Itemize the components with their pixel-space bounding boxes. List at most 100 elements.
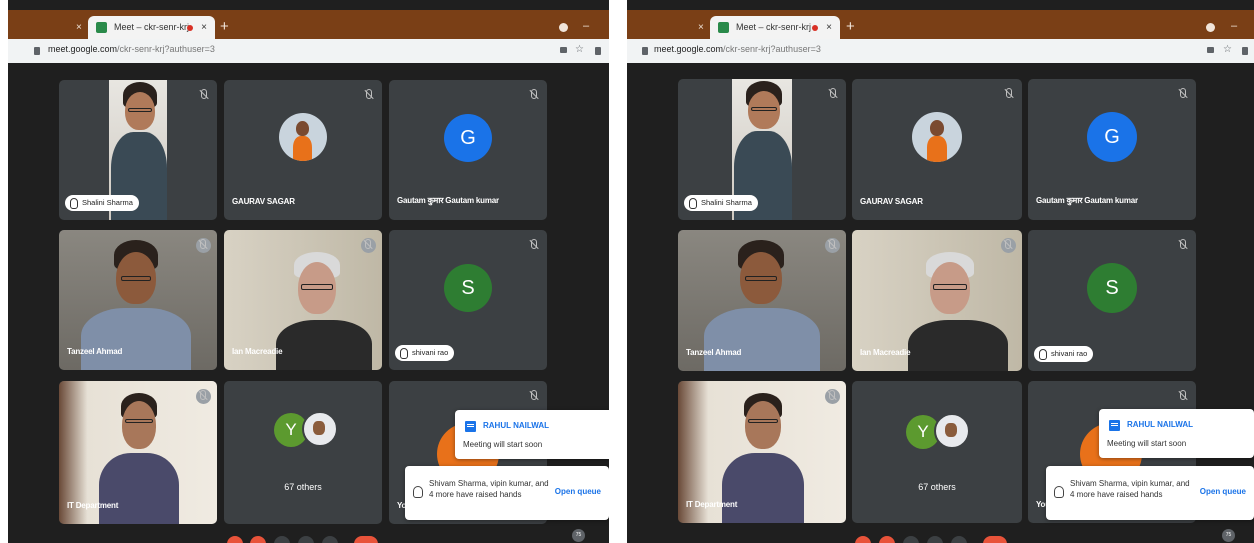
hand-raise-icon	[1054, 486, 1064, 498]
avatar	[934, 413, 970, 449]
tile-gautam-kumar[interactable]: G Gautam कुमार Gautam kumar	[1028, 79, 1196, 220]
open-queue-button[interactable]: Open queue	[555, 487, 601, 496]
microphone-off-icon	[196, 238, 211, 253]
tab-close-icon[interactable]: ×	[201, 16, 207, 39]
avatar: G	[1087, 112, 1137, 162]
star-icon[interactable]: ☆	[575, 44, 584, 55]
tab-meet[interactable]: Meet – ckr-senr-krj ×	[710, 16, 840, 39]
tile-shalini-sharma[interactable]: Shalini Sharma	[678, 79, 846, 220]
minimize-button[interactable]: –	[583, 20, 589, 32]
extension-icon[interactable]	[1242, 47, 1248, 55]
camera-indicator-icon[interactable]	[560, 47, 567, 53]
tile-ian-macreadie[interactable]: Ian Macreadie	[852, 230, 1022, 371]
tile-others[interactable]: Y 67 others	[224, 381, 382, 524]
participant-name: Gautam कुमार Gautam kumar	[1036, 196, 1138, 205]
raise-hand-button[interactable]	[298, 536, 314, 543]
raise-hand-button[interactable]	[927, 536, 943, 543]
mic-button[interactable]	[227, 536, 243, 543]
chat-icon	[1109, 420, 1120, 431]
tile-tanzeel-ahmad[interactable]: Tanzeel Ahmad	[678, 230, 846, 371]
participant-count-badge: 75	[572, 529, 585, 542]
participant-name: GAURAV SAGAR	[232, 197, 295, 206]
captions-button[interactable]	[274, 536, 290, 543]
chat-toast[interactable]: RAHUL NAILWAL Meeting will start soon	[1099, 409, 1254, 458]
microphone-off-icon	[527, 238, 539, 250]
tab-meet[interactable]: Meet – ckr-senr-krj ×	[88, 16, 215, 39]
profile-icon[interactable]	[1206, 23, 1215, 32]
leave-call-button[interactable]	[983, 536, 1007, 543]
new-tab-button[interactable]: +	[846, 15, 855, 38]
participant-name: Ian Macreadie	[232, 347, 283, 356]
tile-ian-macreadie[interactable]: Ian Macreadie	[224, 230, 382, 370]
mic-button[interactable]	[855, 536, 871, 543]
url-text[interactable]: meet.google.com/ckr-senr-krj?authuser=3	[654, 44, 821, 54]
toast-message: Meeting will start soon	[1107, 439, 1187, 448]
avatar: S	[1087, 263, 1137, 313]
microphone-off-icon	[1002, 87, 1014, 99]
tile-shalini-sharma[interactable]: Shalini Sharma	[59, 80, 217, 220]
recording-dot-icon	[812, 25, 818, 31]
participant-name: shivani rao	[1034, 346, 1094, 362]
others-count: 67 others	[284, 482, 322, 492]
extension-icon[interactable]	[595, 47, 601, 55]
meet-favicon-icon	[718, 22, 729, 33]
avatar	[302, 411, 338, 447]
minimize-button[interactable]: –	[1231, 20, 1237, 32]
tile-gautam-kumar[interactable]: G Gautam कुमार Gautam kumar	[389, 80, 547, 220]
raised-hands-card: Shivam Sharma, vipin kumar, and 4 more h…	[1046, 466, 1254, 520]
url-text[interactable]: meet.google.com/ckr-senr-krj?authuser=3	[48, 44, 215, 54]
tile-it-department[interactable]: IT Department	[59, 381, 217, 524]
camera-indicator-icon[interactable]	[1207, 47, 1214, 53]
microphone-off-icon	[362, 88, 374, 100]
captions-button[interactable]	[903, 536, 919, 543]
microphone-off-icon	[1176, 389, 1188, 401]
camera-button[interactable]	[879, 536, 895, 543]
tile-tanzeel-ahmad[interactable]: Tanzeel Ahmad	[59, 230, 217, 370]
tab-close-icon[interactable]: ×	[826, 16, 832, 39]
microphone-off-icon	[826, 87, 838, 99]
microphone-off-icon	[527, 389, 539, 401]
chat-icon	[465, 421, 476, 432]
browser-tab-bar: × Meet – ckr-senr-krj × + –	[627, 10, 1254, 39]
raised-hands-card: Shivam Sharma, vipin kumar, and 4 more h…	[405, 466, 609, 520]
stage: × Meet – ckr-senr-krj × + – meet.google.…	[0, 0, 1254, 543]
tile-shivani-rao[interactable]: S shivani rao	[1028, 230, 1196, 371]
prev-tab-close-icon[interactable]: ×	[698, 16, 704, 39]
meet-favicon-icon	[96, 22, 107, 33]
tab-title: Meet – ckr-senr-krj	[114, 22, 190, 32]
lock-icon	[642, 47, 648, 55]
present-button[interactable]	[951, 536, 967, 543]
browser-tab-bar: × Meet – ckr-senr-krj × + –	[8, 10, 609, 39]
tile-shivani-rao[interactable]: S shivani rao	[389, 230, 547, 370]
new-tab-button[interactable]: +	[220, 15, 229, 38]
tile-gaurav-sagar[interactable]: GAURAV SAGAR	[852, 79, 1022, 220]
microphone-off-icon	[1176, 238, 1188, 250]
participant-name: IT Department	[67, 501, 119, 510]
tile-others[interactable]: Y 67 others	[852, 381, 1022, 523]
address-bar[interactable]: meet.google.com/ckr-senr-krj?authuser=3 …	[8, 39, 609, 63]
profile-icon[interactable]	[559, 23, 568, 32]
participant-name: Gautam कुमार Gautam kumar	[397, 196, 499, 205]
microphone-off-icon	[361, 238, 376, 253]
camera-button[interactable]	[250, 536, 266, 543]
tile-it-department[interactable]: IT Department	[678, 381, 846, 523]
lock-icon	[34, 47, 40, 55]
star-icon[interactable]: ☆	[1223, 44, 1232, 55]
participant-name: shivani rao	[395, 345, 455, 361]
tile-gaurav-sagar[interactable]: GAURAV SAGAR	[224, 80, 382, 220]
participant-count-badge: 75	[1222, 529, 1235, 542]
raised-hands-text: Shivam Sharma, vipin kumar, and 4 more h…	[1070, 479, 1190, 499]
microphone-off-icon	[825, 238, 840, 253]
avatar: S	[444, 264, 492, 312]
address-bar[interactable]: meet.google.com/ckr-senr-krj?authuser=3 …	[627, 39, 1254, 63]
participant-name: Tanzeel Ahmad	[67, 347, 123, 356]
present-button[interactable]	[322, 536, 338, 543]
participant-name: GAURAV SAGAR	[860, 197, 923, 206]
leave-call-button[interactable]	[354, 536, 378, 543]
chat-toast[interactable]: RAHUL NAILWAL Meeting will start soon	[455, 410, 609, 459]
prev-tab-close-icon[interactable]: ×	[76, 16, 82, 39]
toast-sender: RAHUL NAILWAL	[1127, 420, 1194, 429]
participant-name: Shalini Sharma	[684, 195, 758, 211]
open-queue-button[interactable]: Open queue	[1200, 487, 1246, 496]
participant-name: Shalini Sharma	[65, 195, 139, 211]
